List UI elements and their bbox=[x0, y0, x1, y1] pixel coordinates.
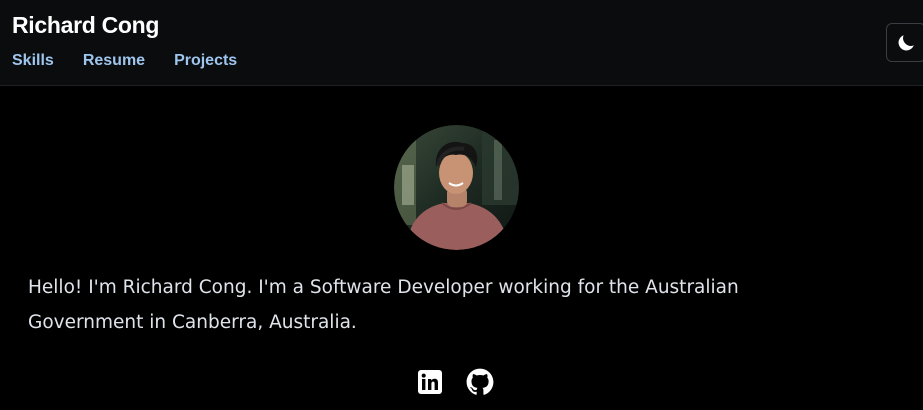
github-icon bbox=[466, 368, 494, 395]
github-link[interactable] bbox=[466, 368, 494, 396]
nav-link-resume[interactable]: Resume bbox=[83, 50, 145, 72]
nav-link-skills[interactable]: Skills bbox=[12, 50, 54, 72]
linkedin-icon bbox=[418, 370, 442, 394]
profile-photo bbox=[394, 125, 519, 250]
intro-text: Hello! I'm Richard Cong. I'm a Software … bbox=[28, 277, 739, 333]
theme-toggle-button[interactable] bbox=[886, 23, 923, 62]
site-title[interactable]: Richard Cong bbox=[12, 8, 159, 42]
social-links bbox=[418, 368, 494, 396]
linkedin-link[interactable] bbox=[418, 370, 442, 394]
nav-link-projects[interactable]: Projects bbox=[174, 50, 237, 72]
moon-icon bbox=[898, 34, 914, 50]
profile-avatar bbox=[394, 125, 519, 250]
site-header: Richard Cong Skills Resume Projects bbox=[0, 0, 923, 86]
main-nav: Skills Resume Projects bbox=[12, 50, 266, 72]
